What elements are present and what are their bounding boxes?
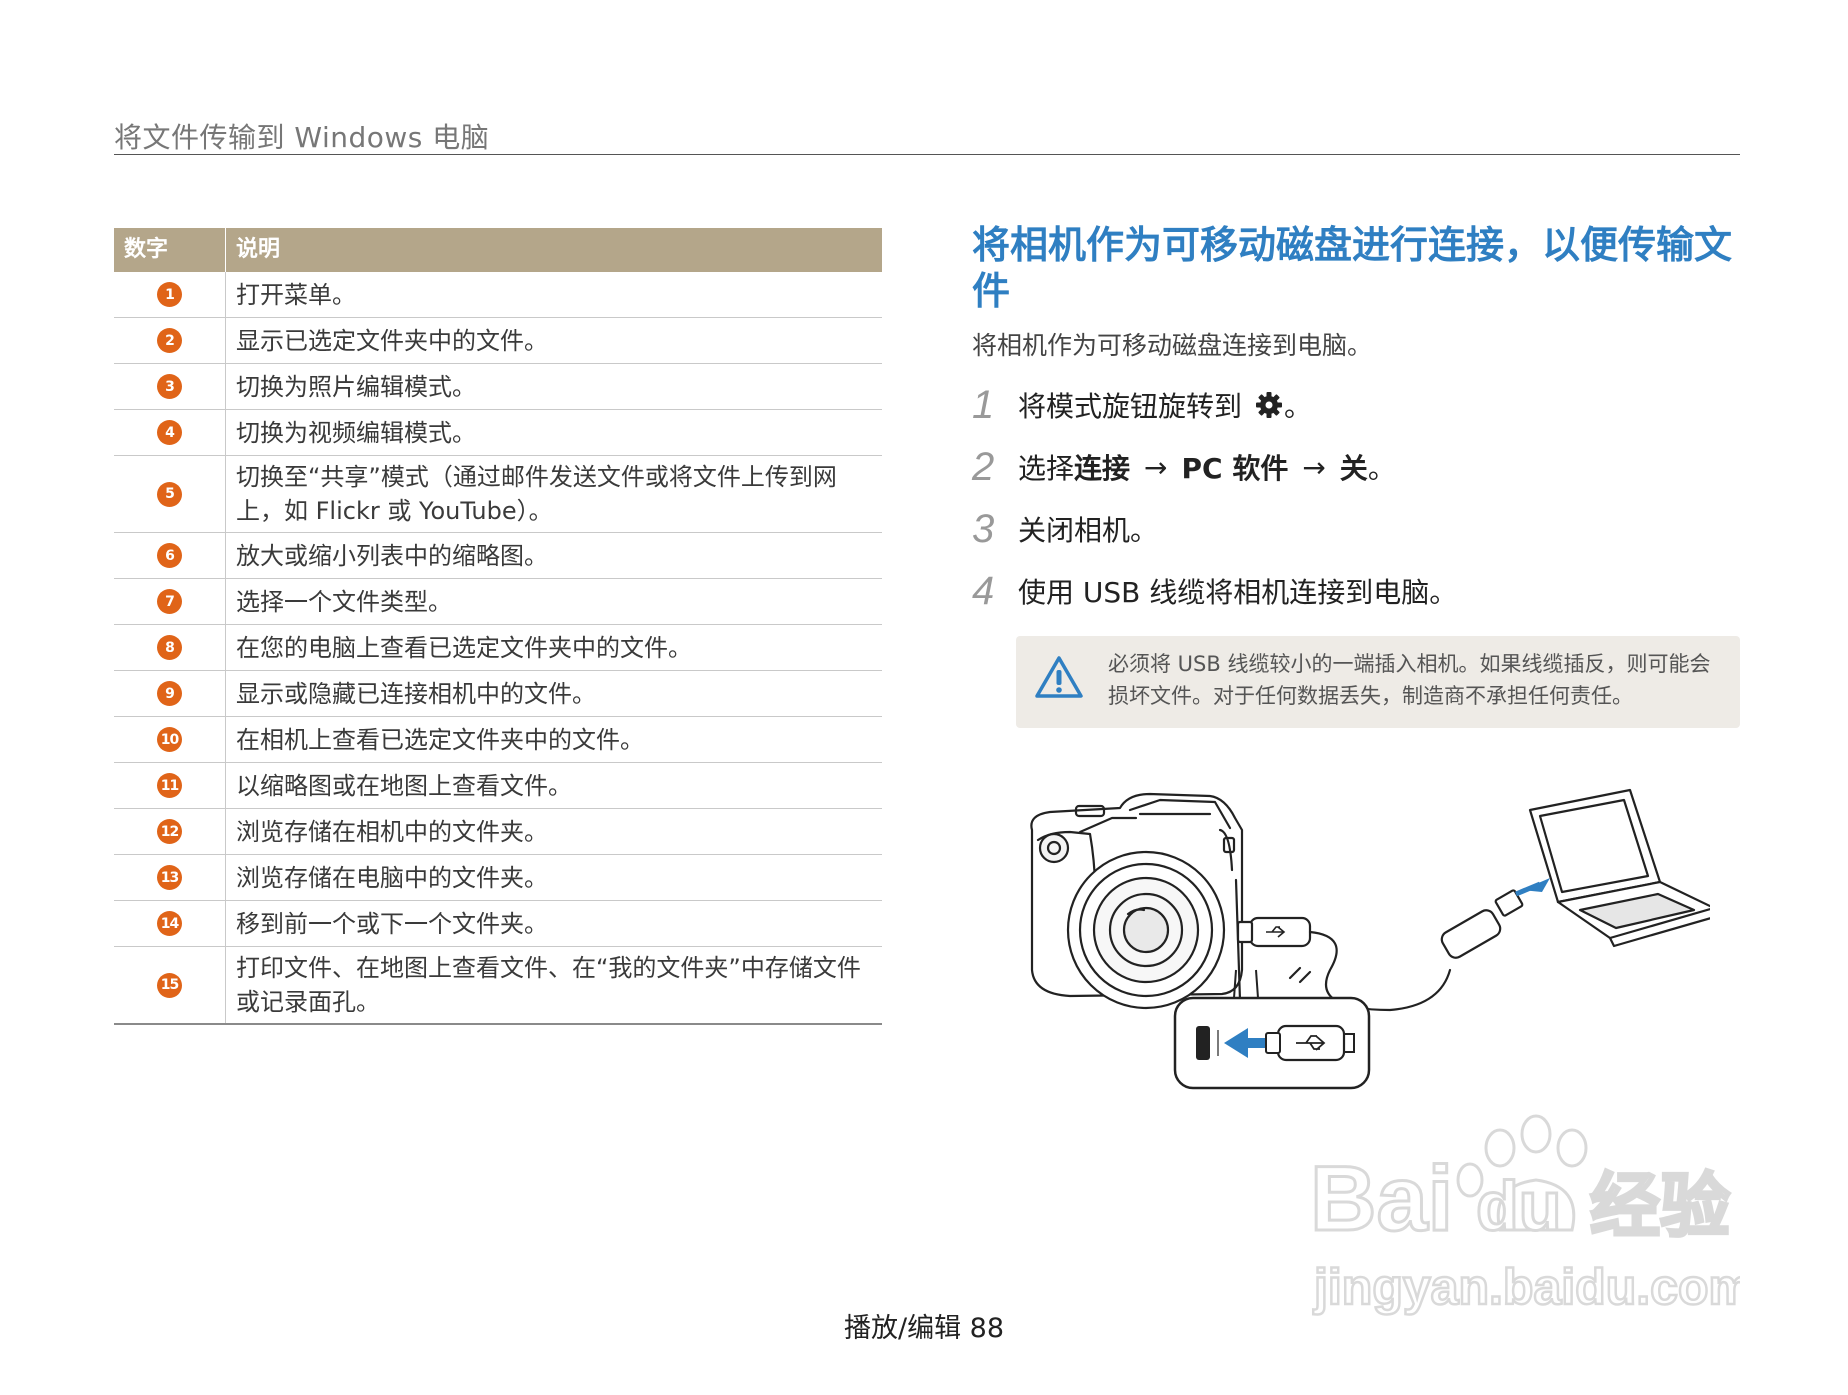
number-badge: 3 <box>157 374 182 399</box>
arrow-icon: → <box>1302 450 1326 484</box>
row-description: 浏览存储在相机中的文件夹。 <box>236 817 548 846</box>
row-description: 选择一个文件类型。 <box>236 587 452 616</box>
number-badge: 2 <box>157 328 182 353</box>
step-number: 4 <box>972 568 995 613</box>
header-number: 数字 <box>114 228 226 272</box>
caution-text: 必须将 USB 线缆较小的一端插入相机。如果线缆插反，则可能会损坏文件。对于任何… <box>1108 652 1711 708</box>
row-description: 以缩略图或在地图上查看文件。 <box>236 771 572 800</box>
number-badge: 6 <box>157 543 182 568</box>
menu-connect: 连接 <box>1074 452 1131 485</box>
legend-table: 数字 说明 1 打开菜单。 2 显示已选定文件夹中的文件。 3 切换为照片编辑模式。 … <box>114 228 882 1025</box>
menu-off: 关 <box>1339 452 1368 485</box>
number-badge: 4 <box>157 420 182 445</box>
table-row: 14 移到前一个或下一个文件夹。 <box>114 901 882 947</box>
gear-icon <box>1256 392 1283 418</box>
number-badge: 1 <box>157 282 182 307</box>
row-description: 切换为视频编辑模式。 <box>236 418 476 447</box>
caution-notice: 必须将 USB 线缆较小的一端插入相机。如果线缆插反，则可能会损坏文件。对于任何… <box>1016 636 1740 728</box>
usb-connection-illustration <box>1030 788 1710 1090</box>
table-row: 15 打印文件、在地图上查看文件、在“我的文件夹”中存储文件或记录面孔。 <box>114 947 882 1023</box>
table-row: 6 放大或缩小列表中的缩略图。 <box>114 533 882 579</box>
table-row: 2 显示已选定文件夹中的文件。 <box>114 318 882 364</box>
table-row: 9 显示或隐藏已连接相机中的文件。 <box>114 671 882 717</box>
section-title: 将相机作为可移动磁盘进行连接，以便传输文件 <box>972 223 1733 313</box>
row-description: 放大或缩小列表中的缩略图。 <box>236 541 548 570</box>
watermark-cn: 经验 <box>1590 1165 1730 1247</box>
row-description: 在相机上查看已选定文件夹中的文件。 <box>236 725 644 754</box>
step-text-end: 。 <box>1284 390 1313 423</box>
row-description: 浏览存储在电脑中的文件夹。 <box>236 863 548 892</box>
table-header: 数字 说明 <box>114 228 882 272</box>
page-header: 将文件传输到 Windows 电脑 <box>114 114 1740 155</box>
step-3: 3 关闭相机。 <box>972 504 1158 554</box>
step-4: 4 使用 USB 线缆将相机连接到电脑。 <box>972 566 1457 616</box>
row-description: 显示已选定文件夹中的文件。 <box>236 326 548 355</box>
table-row: 1 打开菜单。 <box>114 272 882 318</box>
number-badge: 12 <box>157 819 182 844</box>
row-description: 切换至“共享”模式（通过邮件发送文件或将文件上传到网上，如 Flickr 或 Y… <box>236 463 837 525</box>
warning-icon <box>1035 656 1083 698</box>
step-2: 2 选择 连接 → PC 软件 → 关 。 <box>972 442 1396 492</box>
row-description: 在您的电脑上查看已选定文件夹中的文件。 <box>236 633 692 662</box>
row-description: 打开菜单。 <box>236 280 356 309</box>
step-text: 使用 USB 线缆将相机连接到电脑。 <box>1018 576 1458 609</box>
table-row: 12 浏览存储在相机中的文件夹。 <box>114 809 882 855</box>
number-badge: 5 <box>157 481 182 507</box>
baidu-watermark-logo: Bai du 经验 jingyan.baidu.com <box>1310 1114 1740 1316</box>
table-row: 11 以缩略图或在地图上查看文件。 <box>114 763 882 809</box>
step-text-end: 。 <box>1367 452 1396 485</box>
step-number: 1 <box>972 382 995 427</box>
row-description: 移到前一个或下一个文件夹。 <box>236 909 548 938</box>
table-row: 3 切换为照片编辑模式。 <box>114 364 882 410</box>
row-description: 切换为照片编辑模式。 <box>236 372 476 401</box>
section-subtitle: 将相机作为可移动磁盘连接到电脑。 <box>972 331 1373 360</box>
watermark-brand-du: du <box>1476 1167 1562 1245</box>
step-text: 关闭相机。 <box>1018 514 1159 547</box>
arrow-icon: → <box>1144 450 1168 484</box>
page-header-title: 将文件传输到 Windows 电脑 <box>114 121 490 154</box>
table-row: 10 在相机上查看已选定文件夹中的文件。 <box>114 717 882 763</box>
row-description: 打印文件、在地图上查看文件、在“我的文件夹”中存储文件或记录面孔。 <box>236 954 861 1016</box>
step-text: 将模式旋钮旋转到 <box>1018 390 1243 423</box>
number-badge: 14 <box>157 911 182 936</box>
step-text: 选择 <box>1018 452 1075 485</box>
number-badge: 7 <box>157 589 182 614</box>
table-row: 8 在您的电脑上查看已选定文件夹中的文件。 <box>114 625 882 671</box>
number-badge: 10 <box>157 727 182 752</box>
number-badge: 13 <box>157 865 182 890</box>
table-row: 13 浏览存储在电脑中的文件夹。 <box>114 855 882 901</box>
watermark-brand: Bai <box>1310 1148 1453 1250</box>
table-row: 5 切换至“共享”模式（通过邮件发送文件或将文件上传到网上，如 Flickr 或 … <box>114 456 882 533</box>
header-description: 说明 <box>236 237 281 262</box>
number-badge: 9 <box>157 681 182 706</box>
step-number: 3 <box>972 506 995 551</box>
watermark-url: jingyan.baidu.com <box>1313 1259 1740 1315</box>
table-row: 7 选择一个文件类型。 <box>114 579 882 625</box>
number-badge: 8 <box>157 635 182 660</box>
step-1: 1 将模式旋钮旋转到 。 <box>972 380 1312 430</box>
row-description: 显示或隐藏已连接相机中的文件。 <box>236 679 596 708</box>
menu-pc-software: PC 软件 <box>1181 452 1289 485</box>
table-row: 4 切换为视频编辑模式。 <box>114 410 882 456</box>
number-badge: 15 <box>157 972 182 998</box>
number-badge: 11 <box>157 773 182 798</box>
step-number: 2 <box>972 444 995 489</box>
